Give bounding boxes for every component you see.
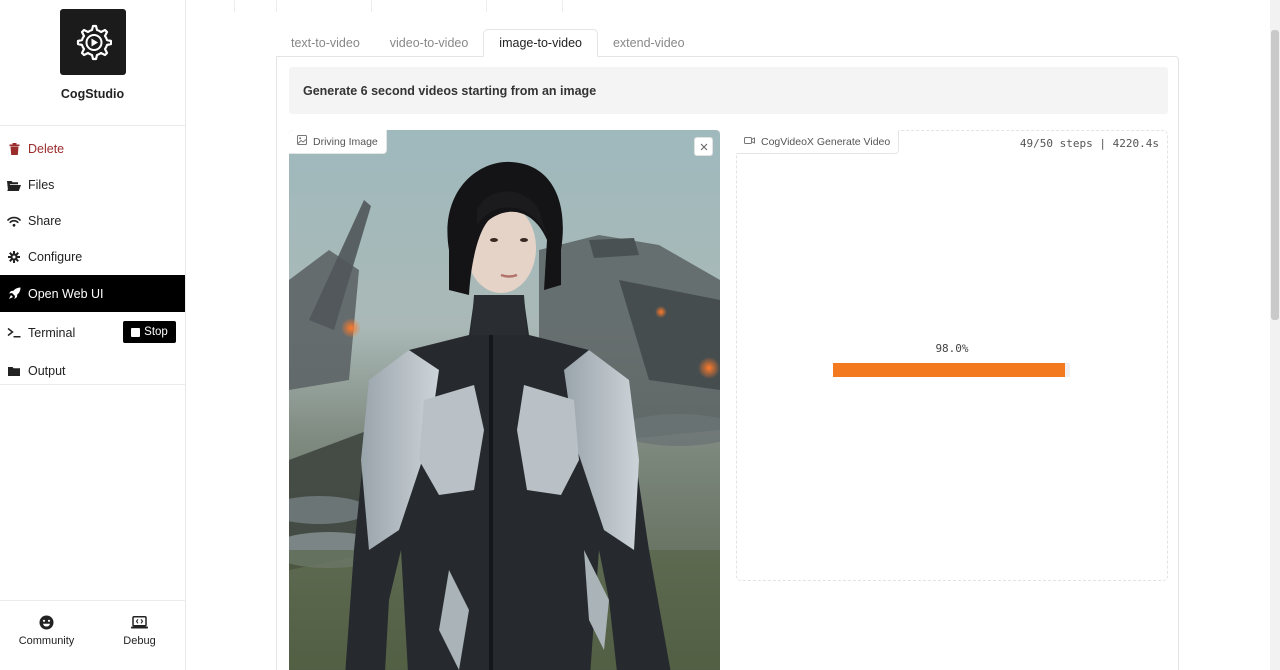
sidebar-item-label: Output	[28, 364, 66, 378]
driving-image-label-text: Driving Image	[313, 135, 378, 148]
generated-video-box: CogVideoX Generate Video 49/50 steps | 4…	[736, 130, 1168, 581]
generation-steps-status: 49/50 steps | 4220.4s	[1019, 137, 1159, 150]
sidebar-item-label: Configure	[28, 250, 83, 264]
page-scrollbar[interactable]	[1270, 0, 1280, 670]
tab-image-to-video[interactable]: image-to-video	[483, 29, 598, 57]
folder-open-icon	[7, 178, 21, 192]
wifi-icon	[7, 214, 21, 228]
app-name: CogStudio	[60, 87, 125, 101]
tab-panel: Generate 6 second videos starting from a…	[276, 56, 1179, 670]
sidebar-item-label: Terminal	[28, 325, 76, 340]
sidebar-item-files[interactable]: Files	[0, 167, 185, 203]
tab-bar: text-to-video video-to-video image-to-vi…	[276, 29, 700, 57]
sidebar-item-share[interactable]: Share	[0, 203, 185, 239]
progress-percent: 98.0%	[935, 342, 969, 355]
tab-text-to-video[interactable]: text-to-video	[276, 29, 375, 57]
community-button[interactable]: Community	[0, 601, 93, 670]
debug-label: Debug	[123, 635, 156, 647]
tab-extend-video[interactable]: extend-video	[598, 29, 700, 57]
stop-button[interactable]: Stop	[123, 321, 176, 343]
progress-bar	[833, 363, 1070, 377]
sidebar-item-open-web-ui[interactable]: Open Web UI	[0, 275, 185, 312]
sidebar-item-label: Share	[28, 214, 62, 228]
sidebar-item-delete[interactable]: Delete	[0, 131, 185, 167]
generated-video-label-text: CogVideoX Generate Video	[761, 135, 891, 148]
sidebar-item-label: Open Web UI	[28, 286, 104, 301]
sidebar-item-label: Delete	[28, 142, 65, 156]
sidebar-bottom-bar: Community Debug	[0, 600, 186, 670]
folder-icon	[7, 364, 21, 378]
sidebar-menu: Delete Files Share Configure Open Web UI…	[0, 126, 185, 385]
close-icon[interactable]	[694, 137, 713, 156]
cog-play-logo-icon[interactable]	[59, 9, 126, 75]
app-window: CogStudio Delete Files Share Configure O…	[0, 0, 1280, 670]
trash-icon	[7, 142, 21, 156]
brand: CogStudio	[0, 0, 185, 126]
description: Generate 6 second videos starting from a…	[289, 67, 1168, 114]
laptop-code-icon	[131, 614, 149, 630]
terminal-icon	[7, 326, 21, 340]
sidebar-item-label: Files	[28, 178, 55, 192]
driving-image-box[interactable]: Driving Image	[289, 130, 720, 670]
sidebar-item-output[interactable]: Output	[0, 353, 185, 389]
generated-video-label: CogVideoX Generate Video	[736, 130, 900, 154]
sidebar: CogStudio Delete Files Share Configure O…	[0, 0, 186, 670]
sidebar-item-terminal[interactable]: Terminal Stop	[0, 312, 185, 353]
smiley-icon	[38, 614, 56, 630]
scrollbar-thumb[interactable]	[1271, 30, 1279, 320]
sidebar-item-configure[interactable]: Configure	[0, 239, 185, 275]
driving-image	[289, 130, 720, 670]
rocket-icon	[7, 287, 21, 301]
image-icon	[297, 135, 307, 148]
main-content: text-to-video video-to-video image-to-vi…	[186, 0, 1270, 670]
progress-bar-fill	[833, 363, 1066, 377]
video-camera-icon	[744, 136, 755, 148]
community-label: Community	[18, 635, 75, 647]
debug-button[interactable]: Debug	[93, 601, 186, 670]
stop-button-label: Stop	[144, 326, 168, 338]
tab-video-to-video[interactable]: video-to-video	[375, 29, 484, 57]
gear-icon	[7, 250, 21, 264]
stop-square-icon	[131, 327, 141, 337]
driving-image-label: Driving Image	[289, 130, 387, 154]
